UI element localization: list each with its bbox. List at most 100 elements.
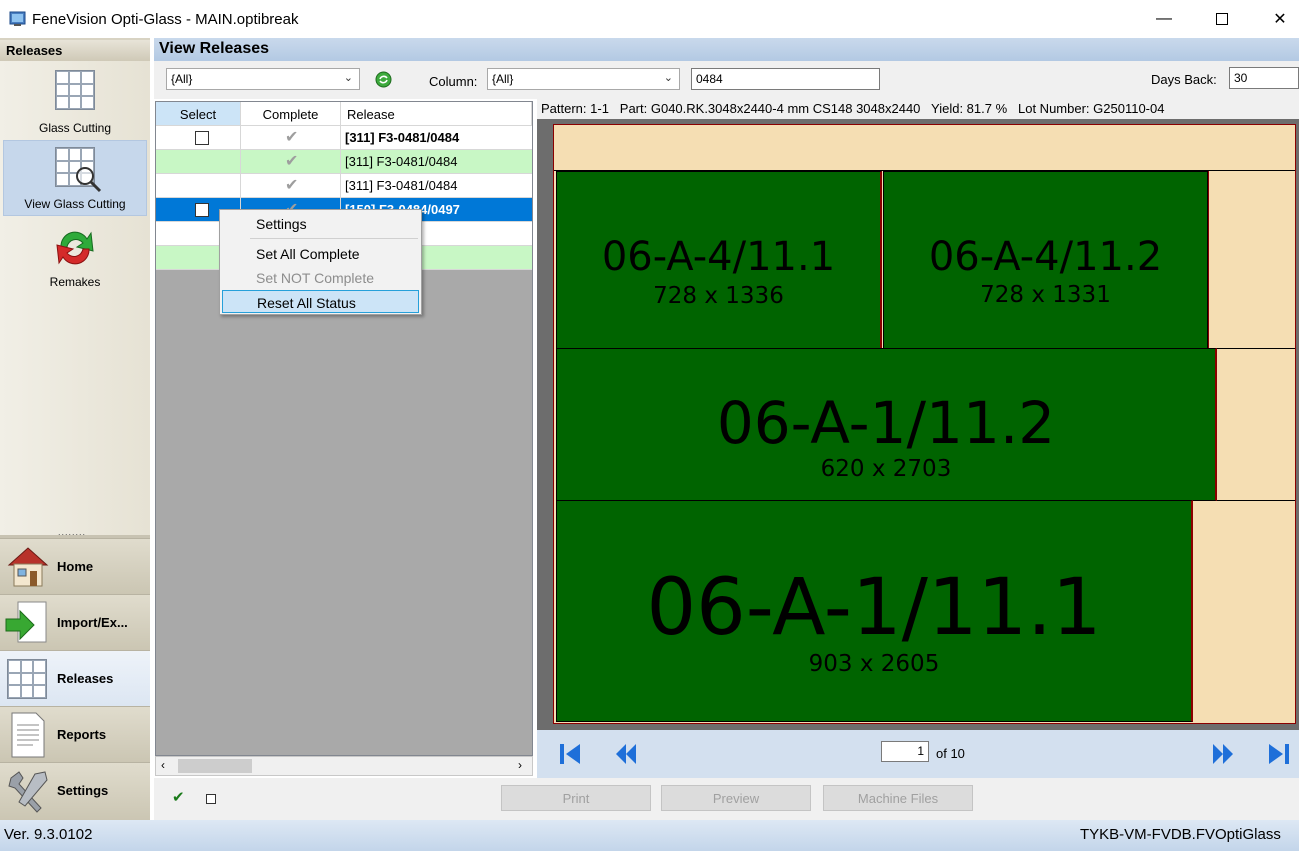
column-header-select[interactable]: Select (156, 102, 241, 126)
piece-size: 728 x 1331 (980, 282, 1111, 308)
menu-item-reset-all-status[interactable]: Reset All Status (222, 290, 419, 313)
tool-area: Glass Cutting View Glass Cutting Remakes… (0, 61, 150, 537)
pattern-navigation: 1 of 10 (537, 730, 1299, 778)
checkmark-icon: ✔ (285, 153, 299, 170)
table-row[interactable]: ✔ [311] F3-0481/0484 (156, 174, 532, 198)
releases-grid: Select Complete Release ✔ [311] F3-0481/0… (155, 101, 533, 756)
magnifier-icon (76, 167, 102, 193)
nav-reports[interactable]: Reports (0, 706, 150, 762)
release-cell[interactable]: [311] F3-0481/0484 (341, 126, 532, 150)
piece-label: 06-A-1/11.1 (646, 563, 1102, 653)
table-row[interactable]: ✔ [311] F3-0481/0484 (156, 126, 532, 150)
last-page-icon[interactable] (1267, 740, 1291, 768)
close-button[interactable]: ✕ (1257, 0, 1299, 38)
minimize-button[interactable]: — (1141, 0, 1187, 38)
column-header-complete[interactable]: Complete (241, 102, 341, 126)
select-cell[interactable] (156, 126, 241, 150)
release-cell[interactable]: [311] F3-0481/0484 (341, 150, 532, 174)
glass-piece[interactable]: 06-A-1/11.1 903 x 2605 (556, 500, 1193, 722)
nav-home[interactable]: Home (0, 538, 150, 594)
row-checkbox[interactable] (195, 131, 209, 145)
preview-button[interactable]: Preview (661, 785, 811, 811)
close-icon: ✕ (1273, 11, 1287, 28)
release-cell[interactable]: [311] F3-0481/0484 (341, 174, 532, 198)
page-number-input[interactable]: 1 (881, 741, 929, 762)
sidebar-header: Releases (0, 40, 150, 61)
scroll-left-icon[interactable]: ‹ (161, 758, 165, 772)
nav-label: Home (57, 559, 94, 574)
context-menu: Settings Set All Complete Set NOT Comple… (219, 209, 422, 315)
recycle-arrows-icon (56, 231, 94, 265)
document-icon (11, 712, 45, 758)
checkbox-icon[interactable] (206, 794, 216, 804)
table-row[interactable]: ✔ [311] F3-0481/0484 (156, 150, 532, 174)
search-input[interactable]: 0484 (691, 68, 880, 90)
scroll-right-icon[interactable]: › (518, 758, 522, 772)
tool-view-glass-cutting[interactable]: View Glass Cutting (3, 140, 147, 216)
nav-settings[interactable]: Settings (0, 762, 150, 820)
pattern-info-bar: Pattern: 1-1 Part: G040.RK.3048x2440-4 m… (537, 99, 1299, 119)
row-checkbox[interactable] (195, 203, 209, 217)
maximize-button[interactable] (1199, 0, 1245, 38)
tool-label: Glass Cutting (38, 121, 112, 135)
menu-item-set-all-complete[interactable]: Set All Complete (222, 242, 419, 265)
glass-piece[interactable]: 06-A-4/11.1 728 x 1336 (556, 171, 882, 349)
maximize-icon (1216, 13, 1228, 25)
nav-label: Reports (57, 727, 107, 742)
grid-icon (7, 659, 47, 699)
days-back-input[interactable]: 30 (1229, 67, 1299, 89)
status-bar: Ver. 9.3.0102 TYKB-VM-FVDB.FVOptiGlass (0, 820, 1299, 851)
checkmark-icon: ✔ (285, 177, 299, 194)
nav-label: Releases (57, 671, 114, 686)
nav-label: Import/Ex... (57, 615, 128, 630)
nav-releases[interactable]: Releases (0, 650, 150, 706)
piece-label: 06-A-4/11.1 (601, 234, 836, 280)
title-bar: FeneVision Opti-Glass - MAIN.optibreak —… (0, 0, 1299, 38)
glass-piece[interactable]: 06-A-4/11.2 728 x 1331 (883, 171, 1208, 349)
release-filter-combo[interactable]: {All} ⌄ (166, 68, 360, 90)
glass-piece[interactable]: 06-A-1/11.2 620 x 2703 (556, 348, 1217, 501)
piece-label: 06-A-1/11.2 (716, 389, 1056, 457)
scroll-thumb[interactable] (178, 759, 252, 773)
bottom-bar: ✔ Print Preview Machine Files (154, 778, 1299, 820)
previous-page-icon[interactable] (614, 740, 638, 768)
part-text: Part: G040.RK.3048x2440-4 mm CS148 3048x… (619, 101, 921, 116)
piece-size: 903 x 2605 (808, 651, 940, 677)
menu-item-set-not-complete[interactable]: Set NOT Complete (222, 266, 419, 289)
main-header: View Releases (154, 38, 1299, 61)
pattern-text: Pattern: 1-1 (541, 101, 609, 116)
column-header-release[interactable]: Release (341, 102, 532, 126)
page-title: View Releases (159, 40, 270, 57)
tool-glass-cutting[interactable]: Glass Cutting (3, 63, 147, 139)
column-label: Column: (429, 74, 478, 89)
days-back-label: Days Back: (1151, 72, 1217, 87)
print-button[interactable]: Print (501, 785, 651, 811)
app-icon (9, 11, 26, 26)
next-page-icon[interactable] (1211, 740, 1235, 768)
house-icon (7, 547, 49, 587)
nav-import-export[interactable]: Import/Ex... (0, 594, 150, 650)
lot-number-text: Lot Number: G250110-04 (1018, 101, 1165, 116)
tool-label: View Glass Cutting (24, 197, 126, 211)
horizontal-scrollbar[interactable]: ‹ › (155, 756, 533, 776)
tool-remakes[interactable]: Remakes (3, 221, 147, 297)
piece-size: 728 x 1336 (653, 283, 784, 309)
first-page-icon[interactable] (558, 740, 582, 768)
nav-label: Settings (57, 783, 109, 798)
complete-cell[interactable]: ✔ (241, 174, 341, 198)
piece-label: 06-A-4/11.2 (928, 234, 1163, 280)
checkmark-icon[interactable]: ✔ (172, 788, 185, 806)
glass-sheet[interactable]: 06-A-4/11.1 728 x 1336 06-A-4/11.2 728 x… (553, 124, 1296, 724)
select-cell[interactable] (156, 150, 241, 174)
machine-files-button[interactable]: Machine Files (823, 785, 973, 811)
refresh-icon[interactable] (375, 71, 392, 88)
complete-cell[interactable]: ✔ (241, 126, 341, 150)
select-cell[interactable] (156, 174, 241, 198)
tool-label: Remakes (49, 275, 101, 289)
menu-item-settings[interactable]: Settings (222, 212, 419, 235)
column-combo[interactable]: {All} ⌄ (487, 68, 680, 90)
page-count: of 10 (936, 746, 965, 761)
server-text: TYKB-VM-FVDB.FVOptiGlass (1080, 826, 1281, 843)
complete-cell[interactable]: ✔ (241, 150, 341, 174)
release-filter-value: {All} (171, 72, 193, 86)
